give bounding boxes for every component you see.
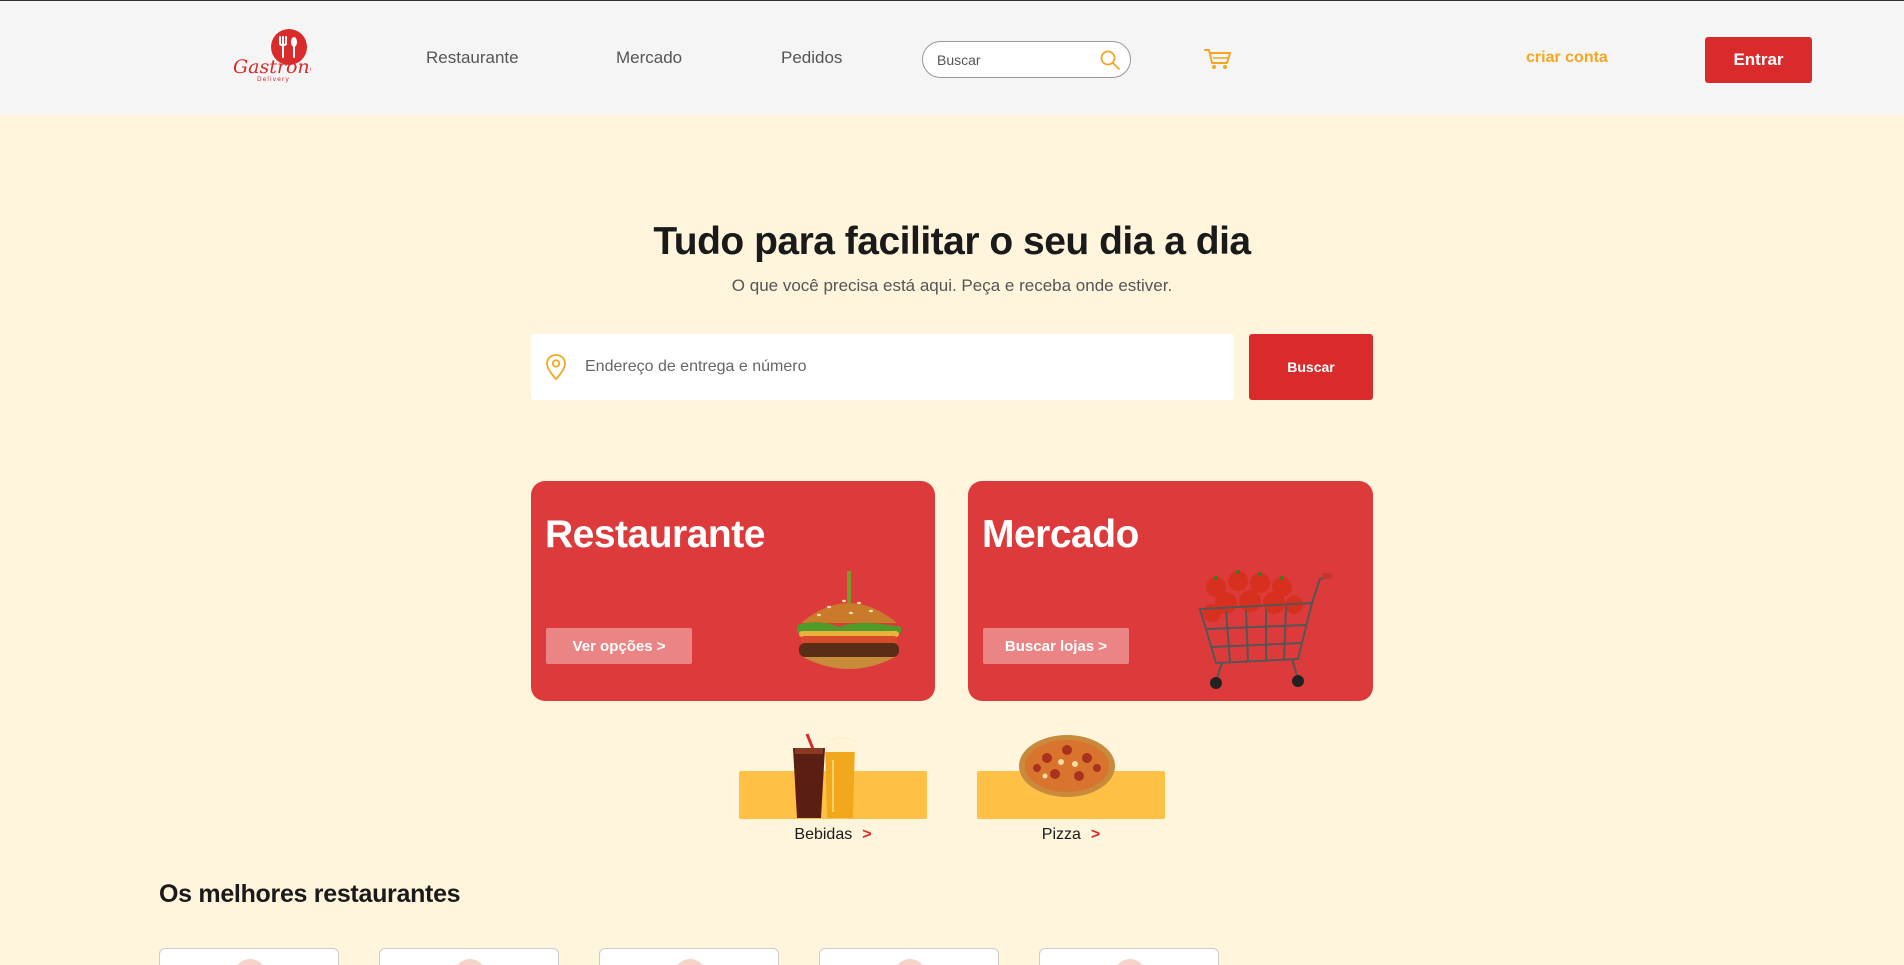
restaurant-logo xyxy=(674,959,706,965)
shopping-cart-icon[interactable] xyxy=(1204,47,1232,71)
card-title-restaurante: Restaurante xyxy=(545,513,765,556)
best-restaurants-heading: Os melhores restaurantes xyxy=(159,880,461,908)
category-bebidas[interactable]: Bebidas > xyxy=(739,730,927,850)
hero-subtitle: O que você precisa está aqui. Peça e rec… xyxy=(731,276,1173,295)
pizza-label: Pizza > xyxy=(1041,826,1101,843)
gastronelle-logo[interactable]: Gastronelle Delivery xyxy=(231,27,344,85)
header-search-input[interactable] xyxy=(937,50,1087,70)
drinks-image xyxy=(779,730,889,820)
login-button[interactable]: Entrar xyxy=(1705,37,1812,83)
restaurant-card[interactable] xyxy=(819,948,999,965)
chevron-right-icon: > xyxy=(1090,826,1101,843)
logo-subtext: Delivery xyxy=(257,76,290,83)
card-title-mercado: Mercado xyxy=(982,513,1139,556)
bebidas-label: Bebidas > xyxy=(794,826,872,843)
address-search-box xyxy=(531,334,1234,400)
nav-mercado[interactable]: Mercado xyxy=(616,48,682,68)
restaurant-card[interactable] xyxy=(159,948,339,965)
search-icon[interactable] xyxy=(1099,49,1121,71)
shopping-cart-tomatoes-image xyxy=(1186,559,1336,695)
ver-opcoes-button[interactable]: Ver opções > xyxy=(546,628,692,664)
create-account-link[interactable]: criar conta xyxy=(1526,49,1608,67)
nav-restaurante[interactable]: Restaurante xyxy=(426,48,519,68)
logo-text: Gastronelle xyxy=(233,56,311,78)
hero-title: Tudo para facilitar o seu dia a dia xyxy=(653,220,1251,263)
buscar-lojas-button[interactable]: Buscar lojas > xyxy=(983,628,1129,664)
restaurant-logo xyxy=(234,959,266,965)
category-card-mercado[interactable]: Mercado Buscar lojas > xyxy=(968,481,1373,701)
pizza-image xyxy=(1017,730,1127,820)
address-input[interactable] xyxy=(585,356,1205,378)
location-pin-icon xyxy=(545,353,567,381)
restaurant-card[interactable] xyxy=(379,948,559,965)
address-search-button[interactable]: Buscar xyxy=(1249,334,1373,400)
restaurant-logo xyxy=(894,959,926,965)
category-pizza[interactable]: Pizza > xyxy=(977,730,1165,850)
header-search xyxy=(922,41,1131,78)
site-header: Gastronelle Delivery Restaurante Mercado… xyxy=(0,1,1904,115)
burger-image xyxy=(789,569,909,685)
category-card-restaurante[interactable]: Restaurante Ver opções > xyxy=(531,481,935,701)
chevron-right-icon: > xyxy=(862,826,872,843)
nav-pedidos[interactable]: Pedidos xyxy=(781,48,842,68)
restaurant-card[interactable] xyxy=(599,948,779,965)
restaurant-card[interactable] xyxy=(1039,948,1219,965)
restaurant-logo xyxy=(1114,959,1146,965)
restaurant-logo xyxy=(454,959,486,965)
